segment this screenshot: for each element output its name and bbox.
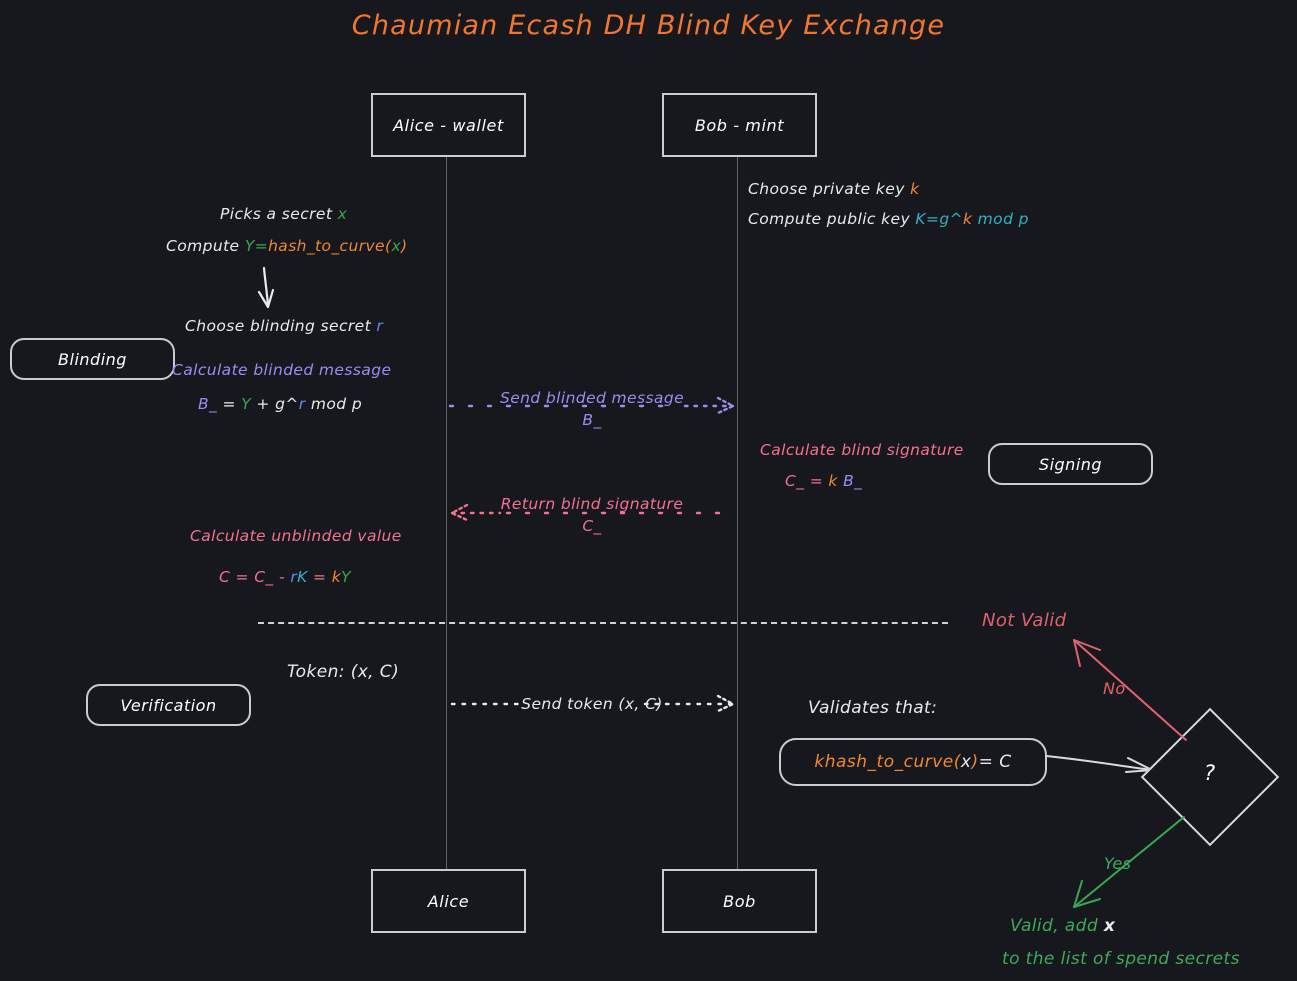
outcome-not-valid-text: Not Valid [982,610,1067,631]
bob-public-key-symbol: K=g^ [915,210,963,228]
alice-calc-blinded-text: Calculate blinded message [172,361,392,379]
alice-hash-arg: x [391,237,402,255]
decision-question-mark: ? [1204,761,1216,785]
actor-label-alice-bottom: Alice [427,891,470,911]
alice-choose-blinding-secret-note: Choose blinding secret r [185,315,383,337]
outcome-valid-x-symbol: x [1103,916,1116,936]
dotted-arrow-left-icon [449,503,737,522]
bob-choose-private-key-note: Choose private key k [748,178,919,200]
dotted-arrow-right-icon-token [450,694,736,713]
actor-box-alice-top[interactable]: Alice - wallet [371,93,526,157]
phase-separator [258,622,948,624]
actor-label-alice-top: Alice - wallet [393,115,504,135]
alice-unblinded-formula: C = C_ - rK = kY [219,566,351,588]
outcome-not-valid-label: Not Valid [982,608,1066,634]
actor-label-bob-top: Bob - mint [694,115,785,135]
bob-compute-public-key-note: Compute public key K=g^k mod p [748,208,1029,230]
validation-equation-box[interactable]: k hash_to_curve(x) = C [779,738,1047,786]
unblinded-minus: - [273,568,291,586]
actor-box-bob-bottom[interactable]: Bob [662,869,817,933]
decision-yes-label: Yes [1104,852,1131,875]
bob-public-key-exponent: k [962,210,973,228]
blinded-r-symbol: r [298,395,306,413]
diagram-canvas: Chaumian Ecash DH Blind Key Exchange Ali… [0,0,1297,981]
alice-token-text: Token: (x, C) [287,662,400,682]
alice-calculate-unblinded-label: Calculate unblinded value [190,525,402,547]
blind-signature-symbol: C_ [785,472,805,490]
alice-secret-symbol: x [337,205,348,223]
alice-blinding-secret-symbol: r [376,317,384,335]
section-pill-blinding[interactable]: Blinding [10,338,175,380]
section-pill-verification[interactable]: Verification [86,684,251,726]
bob-public-key-mod: mod p [972,210,1029,228]
actor-box-alice-bottom[interactable]: Alice [371,869,526,933]
decision-no-label: No [1103,677,1126,700]
unblinded-k-symbol: k [331,568,342,586]
alice-picks-secret-text: Picks a secret [220,205,338,223]
validation-hash-fn: hash_to_curve( [824,752,961,772]
blinded-message-symbol: B_ [198,395,218,413]
alice-choose-blinding-text: Choose blinding secret [185,317,377,335]
alice-hash-close-paren: ) [401,237,408,255]
down-arrow-icon [257,266,275,309]
unblinded-K-symbol: K [297,568,308,586]
section-pill-signing[interactable]: Signing [988,443,1153,485]
unblinded-equals-1: = [230,568,255,586]
unblinded-equals-2: = [307,568,332,586]
blinded-plus-g: + g^ [251,395,299,413]
bob-private-key-symbol: k [910,180,920,198]
bob-calculate-blind-signature-label: Calculate blind signature [760,439,964,461]
bob-validates-label: Validates that: [808,696,937,721]
decision-yes-text: Yes [1104,854,1132,873]
blinded-mod-p: mod p [305,395,363,413]
actor-label-bob-bottom: Bob [723,891,756,911]
alice-calc-unblinded-text: Calculate unblinded value [190,527,402,545]
blind-signature-equals: = [804,472,829,490]
unblinded-Cbar-symbol: C_ [254,568,274,586]
alice-compute-y-note: Compute Y=hash_to_curve(x) [166,235,407,257]
section-pill-blinding-label: Blinding [58,349,127,369]
validation-k-symbol: k [814,752,825,772]
validation-equals-C: = C [978,752,1012,772]
outcome-valid-prefix: Valid, add [1010,916,1104,936]
alice-compute-text: Compute [166,237,245,255]
alice-compute-equals: = [254,237,269,255]
alice-blinded-message-formula: B_ = Y + g^r mod p [198,393,362,415]
actor-box-bob-top[interactable]: Bob - mint [662,93,817,157]
decision-no-text: No [1103,679,1126,698]
alice-calculate-blinded-message-label: Calculate blinded message [172,359,391,381]
bob-calc-blind-sig-text: Calculate blind signature [760,441,964,459]
outcome-valid-line2: to the list of spend secrets [1002,947,1240,972]
alice-y-symbol: Y [244,237,255,255]
blind-signature-k: k [828,472,838,490]
bob-validates-text: Validates that: [808,698,938,718]
bob-choose-private-key-text: Choose private key [748,180,911,198]
outcome-valid-line1: Valid, add x [1010,914,1115,939]
alice-hash-to-curve-fn: hash_to_curve( [268,237,392,255]
unblinded-Y-symbol: Y [341,568,351,586]
alice-picks-secret-note: Picks a secret x [220,203,347,225]
solid-arrow-right-icon [1045,755,1153,773]
blinded-equals: = [217,395,242,413]
blinded-y-symbol: Y [241,395,252,413]
unblinded-C-symbol: C [219,568,231,586]
dotted-arrow-right-icon [448,396,736,415]
alice-token-note: Token: (x, C) [287,660,399,685]
blind-signature-B: B_ [843,472,863,490]
section-pill-verification-label: Verification [120,695,217,715]
validation-x-symbol: x [960,752,972,772]
validation-close-paren: ) [971,752,979,772]
section-pill-signing-label: Signing [1038,454,1103,474]
bob-lifeline [737,153,738,869]
bob-blind-signature-formula: C_ = k B_ [785,470,862,492]
page-title: Chaumian Ecash DH Blind Key Exchange [351,10,946,41]
outcome-valid-line2-text: to the list of spend secrets [1002,949,1240,969]
bob-compute-public-key-text: Compute public key [748,210,916,228]
